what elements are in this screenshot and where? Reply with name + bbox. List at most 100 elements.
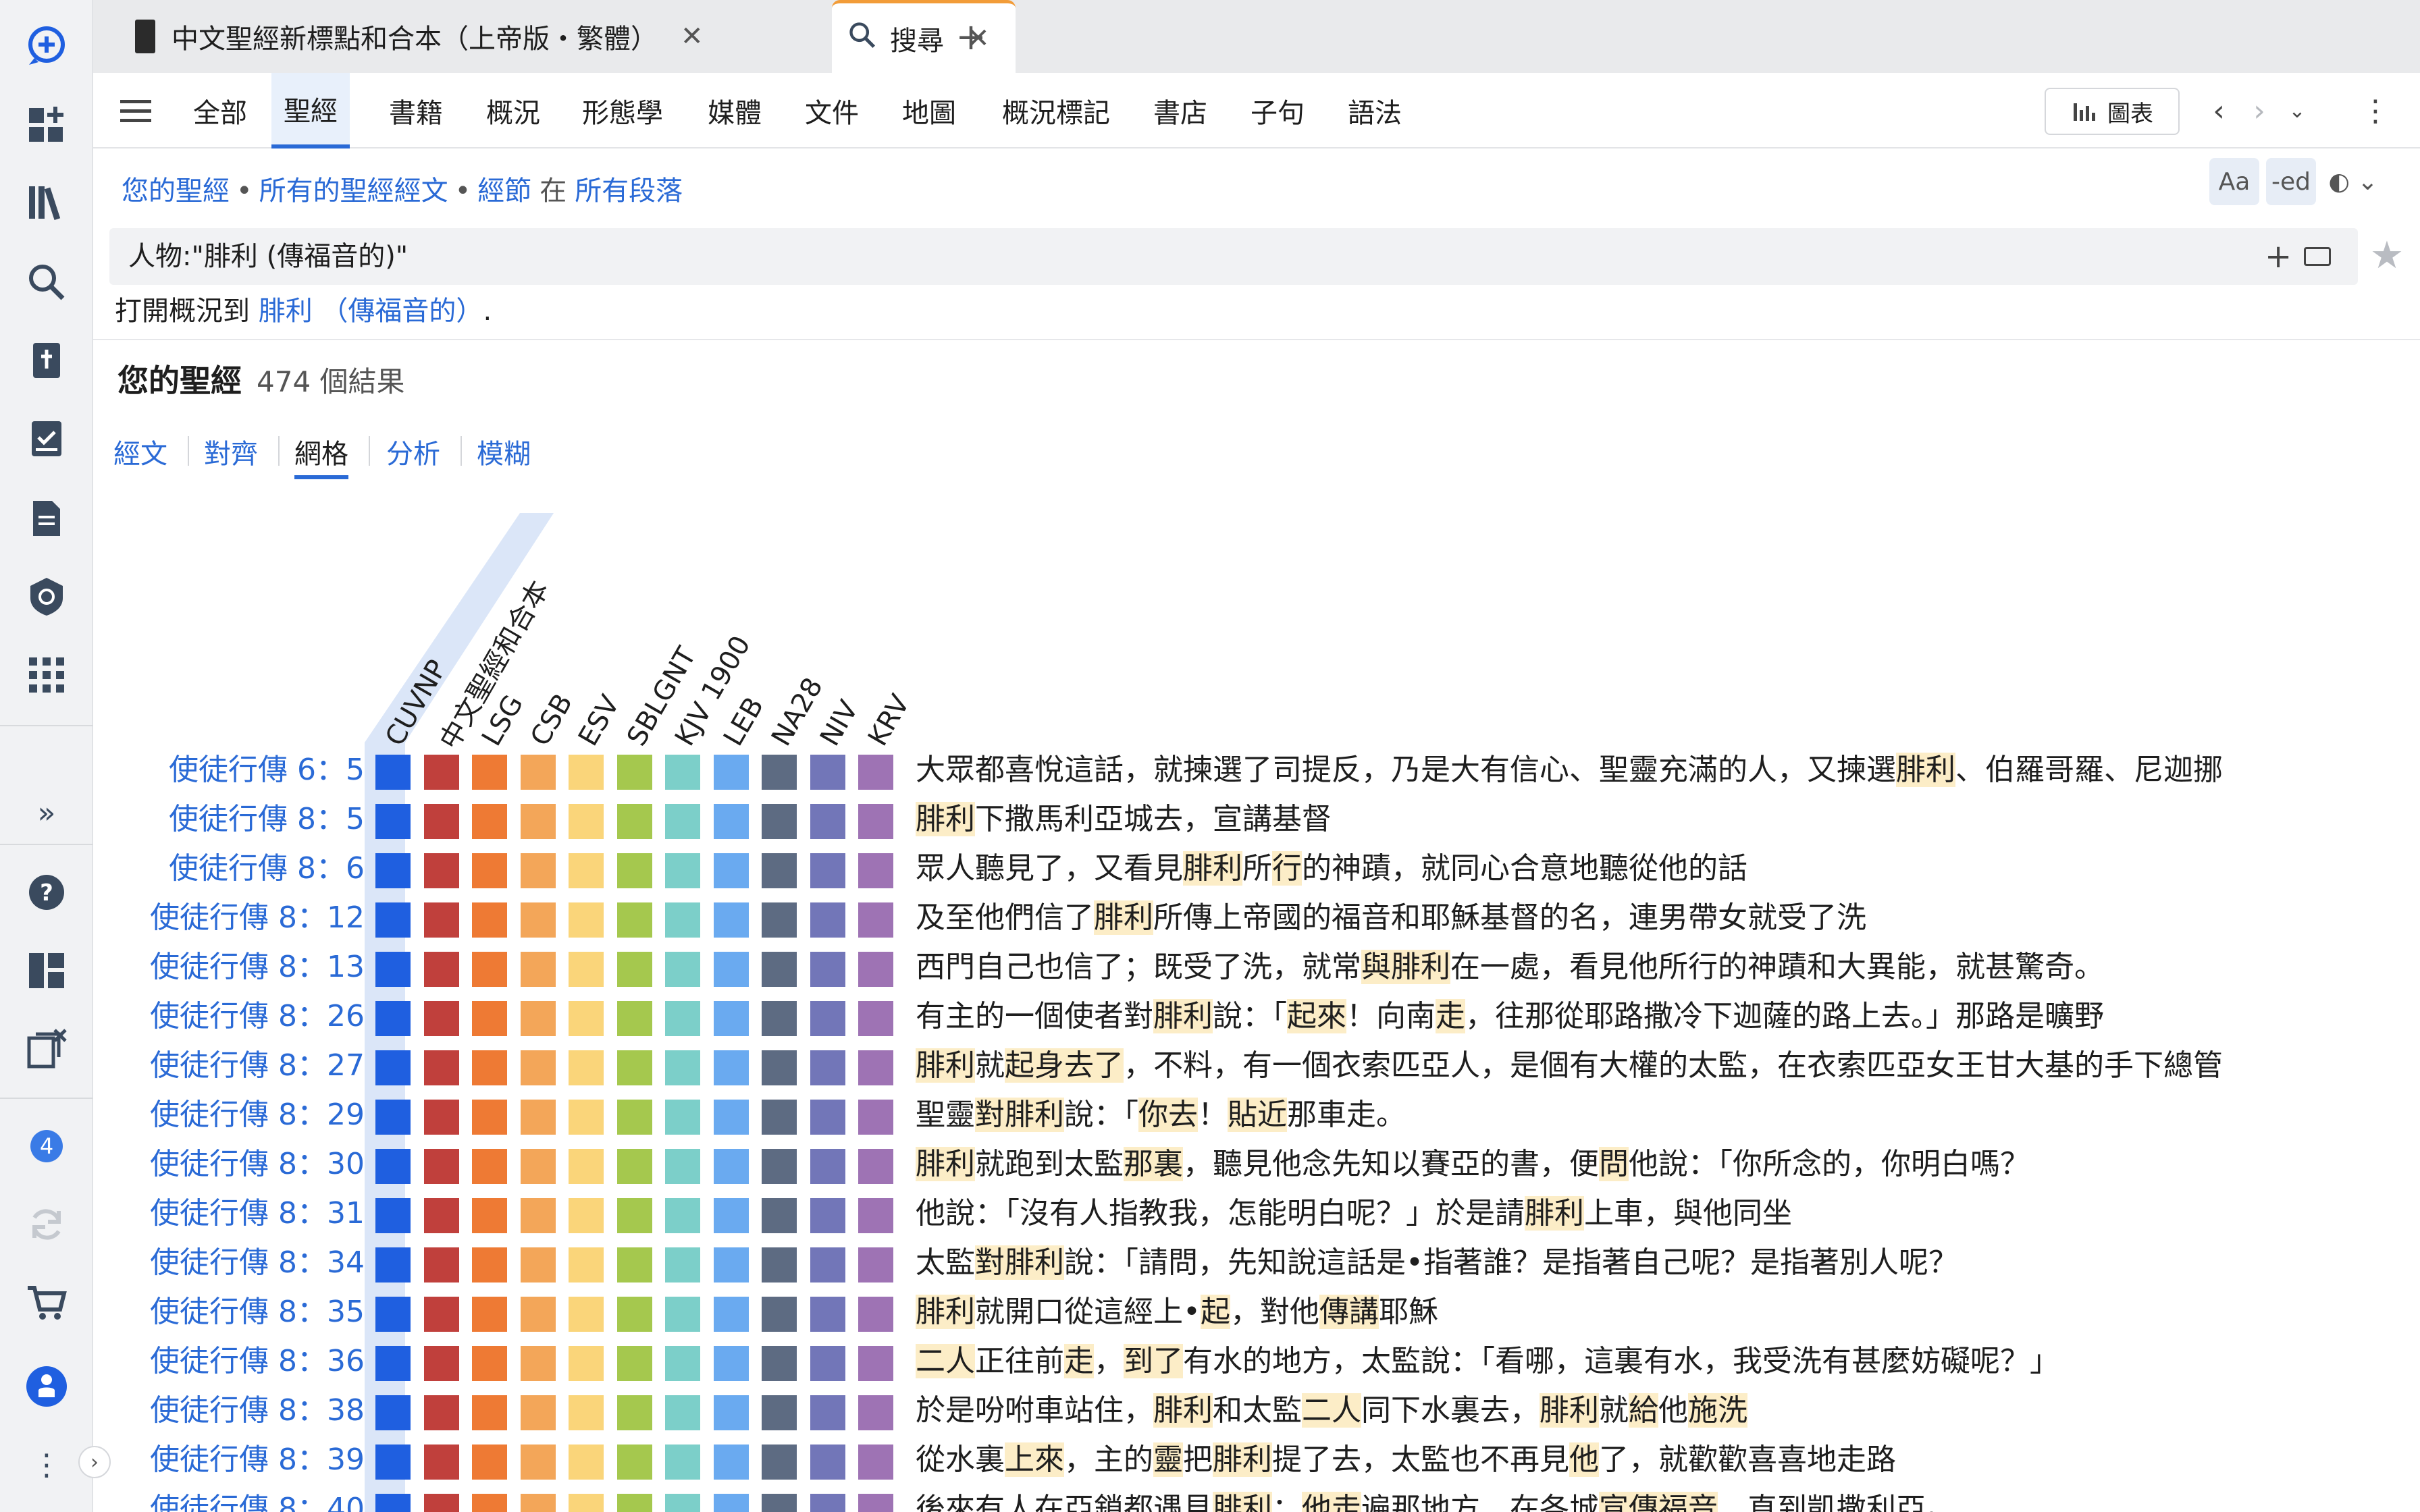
grid-cell-KRV[interactable] [858, 804, 893, 839]
grid-cell-SBLGNT[interactable] [616, 804, 652, 839]
help-icon[interactable]: ? [17, 863, 76, 922]
grid-cell-ESV[interactable] [569, 1247, 604, 1282]
grid-cell-KJV 1900[interactable] [665, 902, 700, 938]
grid-cell-NIV[interactable] [810, 1198, 845, 1233]
grid-cell-SBLGNT[interactable] [616, 1494, 652, 1512]
grid-cell-LEB[interactable] [713, 853, 749, 888]
chart-button[interactable]: 圖表 [2045, 88, 2180, 135]
grid-cell-KJV 1900[interactable] [665, 804, 700, 839]
grid-cell-LSG[interactable] [472, 952, 507, 987]
grid-cell-NA28[interactable] [762, 1346, 797, 1381]
grid-cell-ESV[interactable] [569, 902, 604, 938]
grid-cell-NA28[interactable] [762, 804, 797, 839]
grid-cell-NA28[interactable] [762, 1198, 797, 1233]
grid-cell-NIV[interactable] [810, 1050, 845, 1085]
verse-reference-link[interactable]: 使徒行傳 8：39 [150, 1435, 365, 1484]
verse-reference-link[interactable]: 使徒行傳 8：31 [150, 1189, 365, 1238]
grid-cell-ESV[interactable] [569, 1444, 604, 1480]
grid-cell-KRV[interactable] [858, 755, 893, 790]
grid-cell-CSB[interactable] [520, 853, 556, 888]
grid-cell-SBLGNT[interactable] [616, 1444, 652, 1480]
grid-cell-ESV[interactable] [569, 1149, 604, 1184]
grid-cell-SBLGNT[interactable] [616, 1346, 652, 1381]
forward-icon[interactable]: › [2240, 92, 2278, 130]
nav-documents[interactable]: 文件 [793, 73, 871, 148]
grid-cell-中文聖經和合本[interactable] [423, 952, 459, 987]
grid-cell-LEB[interactable] [713, 1395, 749, 1430]
dashboard-add-icon[interactable] [17, 94, 76, 154]
grid-cell-中文聖經和合本[interactable] [423, 1346, 459, 1381]
grid-cell-CSB[interactable] [520, 902, 556, 938]
grid-cell-中文聖經和合本[interactable] [423, 1297, 459, 1332]
grid-cell-ESV[interactable] [569, 1001, 604, 1036]
grid-cell-NIV[interactable] [810, 1001, 845, 1036]
grid-cell-ESV[interactable] [569, 952, 604, 987]
grid-cell-LSG[interactable] [472, 1395, 507, 1430]
grid-cell-LSG[interactable] [472, 1100, 507, 1135]
verse-reference-link[interactable]: 使徒行傳 8：40 [150, 1484, 365, 1512]
grid-cell-CUVNP[interactable] [375, 804, 411, 839]
grid-cell-中文聖經和合本[interactable] [423, 1149, 459, 1184]
verse-reference-link[interactable]: 使徒行傳 8：29 [150, 1090, 365, 1139]
grid-cell-中文聖經和合本[interactable] [423, 1494, 459, 1512]
grid-cell-KJV 1900[interactable] [665, 952, 700, 987]
cart-icon[interactable] [17, 1273, 76, 1332]
grid-cell-KRV[interactable] [858, 853, 893, 888]
grid-cell-NA28[interactable] [762, 1149, 797, 1184]
grid-cell-LEB[interactable] [713, 1001, 749, 1036]
grid-cell-NIV[interactable] [810, 755, 845, 790]
verse-reference-link[interactable]: 使徒行傳 8：36 [150, 1336, 365, 1386]
grid-cell-CSB[interactable] [520, 1001, 556, 1036]
grid-cell-ESV[interactable] [569, 1297, 604, 1332]
grid-cell-ESV[interactable] [569, 804, 604, 839]
column-header-3[interactable]: CSB [525, 688, 579, 751]
expand-sidebar-icon[interactable]: » [17, 783, 76, 842]
grid-cell-CUVNP[interactable] [375, 755, 411, 790]
grid-cell-CUVNP[interactable] [375, 853, 411, 888]
scope-all-passages[interactable]: 所有段落 [575, 176, 683, 207]
grid-cell-CSB[interactable] [520, 1297, 556, 1332]
font-size-button[interactable]: Aa [2209, 158, 2259, 205]
shield-icon[interactable] [17, 567, 76, 626]
grid-cell-LSG[interactable] [472, 902, 507, 938]
grid-cell-LSG[interactable] [472, 853, 507, 888]
grid-cell-KRV[interactable] [858, 902, 893, 938]
grid-cell-NA28[interactable] [762, 755, 797, 790]
grid-cell-NIV[interactable] [810, 1149, 845, 1184]
grid-cell-CUVNP[interactable] [375, 1444, 411, 1480]
checklist-icon[interactable] [17, 409, 76, 468]
grid-cell-SBLGNT[interactable] [616, 1001, 652, 1036]
grid-cell-LSG[interactable] [472, 755, 507, 790]
grid-cell-NIV[interactable] [810, 1100, 845, 1135]
verse-reference-link[interactable]: 使徒行傳 8：27 [150, 1041, 365, 1090]
grid-cell-KRV[interactable] [858, 1346, 893, 1381]
grid-cell-中文聖經和合本[interactable] [423, 1247, 459, 1282]
grid-cell-KRV[interactable] [858, 1494, 893, 1512]
grid-cell-KJV 1900[interactable] [665, 1198, 700, 1233]
column-header-2[interactable]: LSG [476, 690, 529, 751]
grid-cell-NIV[interactable] [810, 1494, 845, 1512]
view-tab-grid[interactable]: 網格 [294, 432, 348, 479]
grid-cell-KJV 1900[interactable] [665, 1149, 700, 1184]
grid-cell-KJV 1900[interactable] [665, 1395, 700, 1430]
grid-cell-NA28[interactable] [762, 1050, 797, 1085]
add-term-icon[interactable]: + [2265, 238, 2292, 275]
view-tab-fuzzy[interactable]: 模糊 [477, 432, 531, 471]
grid-cell-LEB[interactable] [713, 755, 749, 790]
grid-cell-LSG[interactable] [472, 1297, 507, 1332]
view-tab-verses[interactable]: 經文 [113, 432, 167, 471]
grid-cell-KRV[interactable] [858, 952, 893, 987]
grid-cell-中文聖經和合本[interactable] [423, 1100, 459, 1135]
grid-cell-SBLGNT[interactable] [616, 1149, 652, 1184]
library-icon[interactable] [17, 173, 76, 232]
nav-media[interactable]: 媒體 [695, 73, 774, 148]
grid-cell-CUVNP[interactable] [375, 1247, 411, 1282]
grid-cell-CSB[interactable] [520, 1100, 556, 1135]
favorite-star-icon[interactable]: ★ [2363, 232, 2411, 279]
nav-all[interactable]: 全部 [181, 73, 259, 148]
search-input[interactable]: 人物:"腓利 (傳福音的)" + [109, 228, 2358, 285]
grid-cell-CUVNP[interactable] [375, 1001, 411, 1036]
grid-cell-KJV 1900[interactable] [665, 1494, 700, 1512]
document-icon[interactable] [17, 489, 76, 548]
grid-cell-中文聖經和合本[interactable] [423, 1444, 459, 1480]
